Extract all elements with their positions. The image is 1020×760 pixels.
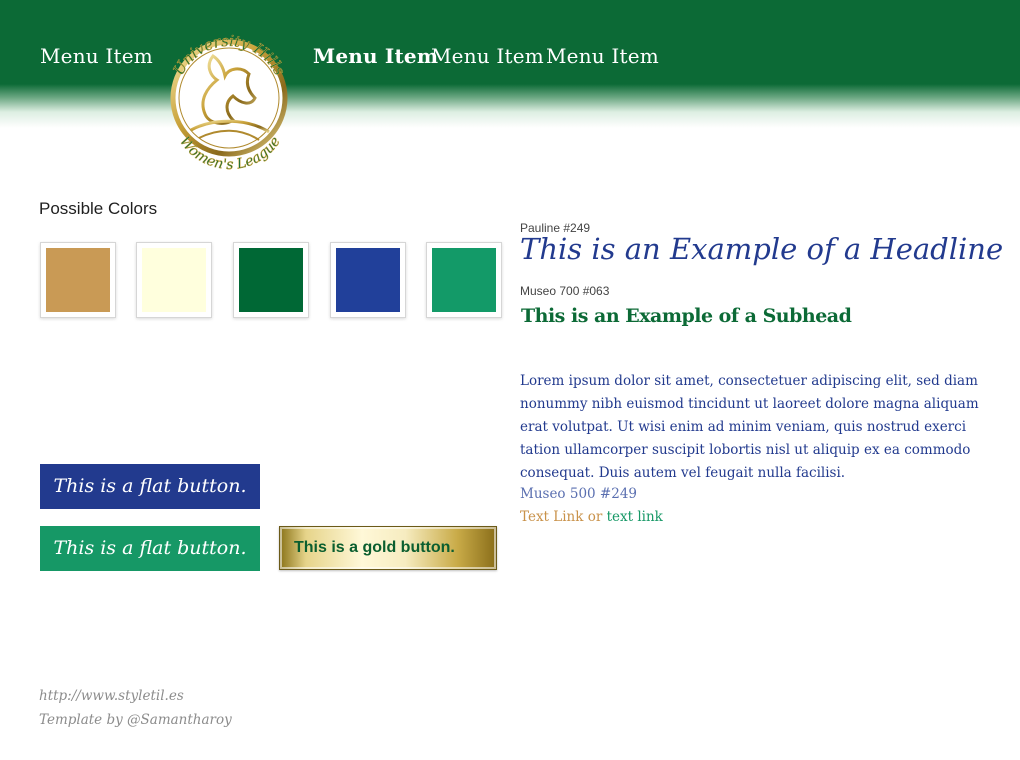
flat-button-green[interactable]: This is a flat button. bbox=[40, 526, 260, 571]
nav-menu-item-3[interactable]: Menu Item bbox=[431, 44, 544, 68]
text-link-gold[interactable]: Text Link bbox=[520, 509, 583, 525]
color-swatch-cream bbox=[136, 242, 212, 318]
color-swatch-teal-green bbox=[426, 242, 502, 318]
subhead-font-label: Museo 700 #063 bbox=[520, 284, 610, 298]
header-bar bbox=[0, 0, 1020, 145]
color-swatch-gold bbox=[40, 242, 116, 318]
nav-menu-item-4[interactable]: Menu Item bbox=[546, 44, 659, 68]
swatch-fill bbox=[239, 248, 303, 312]
gold-button[interactable]: This is a gold button. bbox=[279, 526, 497, 570]
footer-credit: Template by @Samantharoy bbox=[39, 712, 232, 728]
possible-colors-title: Possible Colors bbox=[39, 199, 158, 218]
logo-emblem: University Hills Women's League bbox=[169, 32, 289, 174]
text-link-green[interactable]: text link bbox=[607, 509, 663, 525]
headline: This is an Example of a Headline bbox=[520, 232, 1004, 266]
nav-menu-item-2[interactable]: Menu Item bbox=[313, 44, 438, 68]
subhead: This is an Example of a Subhead bbox=[521, 305, 852, 327]
nav-menu-item-1[interactable]: Menu Item bbox=[40, 44, 153, 68]
footer-url[interactable]: http://www.styletil.es bbox=[39, 688, 184, 704]
swatch-fill bbox=[432, 248, 496, 312]
logo[interactable]: University Hills Women's League bbox=[155, 14, 301, 180]
link-separator: or bbox=[583, 509, 607, 525]
swatch-fill bbox=[142, 248, 206, 312]
swatch-fill bbox=[336, 248, 400, 312]
flat-button-blue[interactable]: This is a flat button. bbox=[40, 464, 260, 509]
color-swatch-dark-green bbox=[233, 242, 309, 318]
body-paragraph: Lorem ipsum dolor sit amet, consectetuer… bbox=[520, 373, 979, 481]
body-font-label: Museo 500 #249 bbox=[520, 486, 637, 502]
swatch-fill bbox=[46, 248, 110, 312]
color-swatch-blue bbox=[330, 242, 406, 318]
link-examples: Text Link or text link bbox=[520, 509, 663, 525]
